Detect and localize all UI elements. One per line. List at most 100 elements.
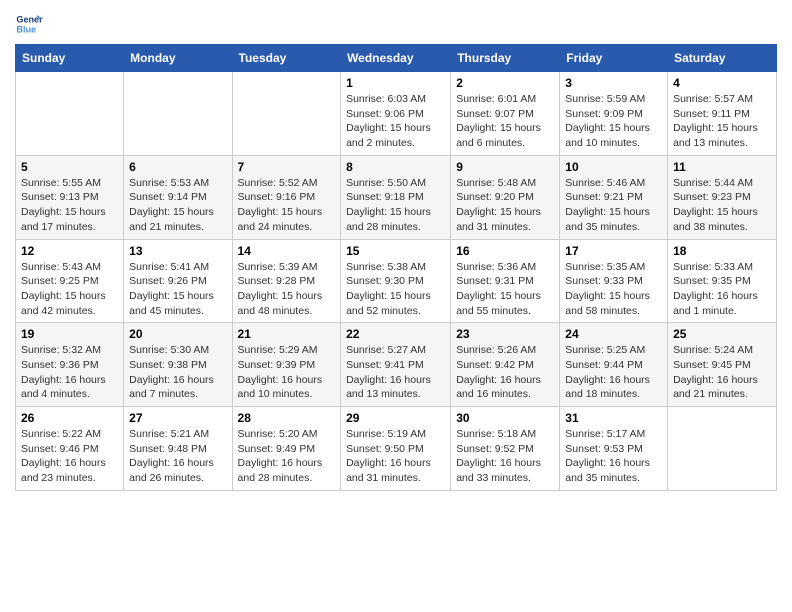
day-cell: 10 Sunrise: 5:46 AM Sunset: 9:21 PM Dayli…: [560, 155, 668, 239]
day-number: 7: [238, 160, 336, 174]
day-info: Sunrise: 5:35 AM Sunset: 9:33 PM Dayligh…: [565, 260, 662, 319]
day-cell: 1 Sunrise: 6:03 AM Sunset: 9:06 PM Daylig…: [341, 72, 451, 156]
day-info: Sunrise: 5:46 AM Sunset: 9:21 PM Dayligh…: [565, 176, 662, 235]
day-cell: 16 Sunrise: 5:36 AM Sunset: 9:31 PM Dayli…: [451, 239, 560, 323]
day-cell: 22 Sunrise: 5:27 AM Sunset: 9:41 PM Dayli…: [341, 323, 451, 407]
day-info: Sunrise: 5:17 AM Sunset: 9:53 PM Dayligh…: [565, 427, 662, 486]
day-info: Sunrise: 5:59 AM Sunset: 9:09 PM Dayligh…: [565, 92, 662, 151]
day-cell: 20Sunrise: 5:30 AM Sunset: 9:38 PM Dayli…: [124, 323, 232, 407]
day-cell: 11Sunrise: 5:44 AM Sunset: 9:23 PM Dayli…: [668, 155, 777, 239]
day-number: 24: [565, 327, 662, 341]
day-info: Sunrise: 5:38 AM Sunset: 9:30 PM Dayligh…: [346, 260, 445, 319]
header: General Blue: [15, 10, 777, 38]
day-info: Sunrise: 5:27 AM Sunset: 9:41 PM Dayligh…: [346, 343, 445, 402]
day-info: Sunrise: 5:33 AM Sunset: 9:35 PM Dayligh…: [673, 260, 771, 319]
day-info: Sunrise: 5:57 AM Sunset: 9:11 PM Dayligh…: [673, 92, 771, 151]
day-header-saturday: Saturday: [668, 45, 777, 72]
day-number: 22: [346, 327, 445, 341]
day-cell: 15 Sunrise: 5:38 AM Sunset: 9:30 PM Dayli…: [341, 239, 451, 323]
day-number: 1: [346, 76, 445, 90]
day-number: 12: [21, 244, 118, 258]
day-number: 23: [456, 327, 554, 341]
day-header-friday: Friday: [560, 45, 668, 72]
day-number: 6: [129, 160, 226, 174]
day-number: 15: [346, 244, 445, 258]
week-row-1: 1 Sunrise: 6:03 AM Sunset: 9:06 PM Daylig…: [16, 72, 777, 156]
day-number: 10: [565, 160, 662, 174]
day-cell: 2 Sunrise: 6:01 AM Sunset: 9:07 PM Daylig…: [451, 72, 560, 156]
day-cell: 17Sunrise: 5:35 AM Sunset: 9:33 PM Dayli…: [560, 239, 668, 323]
day-info: Sunrise: 5:32 AM Sunset: 9:36 PM Dayligh…: [21, 343, 118, 402]
day-info: Sunrise: 5:22 AM Sunset: 9:46 PM Dayligh…: [21, 427, 118, 486]
day-cell: 19Sunrise: 5:32 AM Sunset: 9:36 PM Dayli…: [16, 323, 124, 407]
day-cell: 30Sunrise: 5:18 AM Sunset: 9:52 PM Dayli…: [451, 407, 560, 491]
day-header-monday: Monday: [124, 45, 232, 72]
day-number: 21: [238, 327, 336, 341]
day-number: 18: [673, 244, 771, 258]
logo-icon: General Blue: [15, 10, 43, 38]
day-cell: 14 Sunrise: 5:39 AM Sunset: 9:28 PM Dayli…: [232, 239, 341, 323]
day-cell: 29 Sunrise: 5:19 AM Sunset: 9:50 PM Dayli…: [341, 407, 451, 491]
day-info: Sunrise: 5:41 AM Sunset: 9:26 PM Dayligh…: [129, 260, 226, 319]
day-info: Sunrise: 5:26 AM Sunset: 9:42 PM Dayligh…: [456, 343, 554, 402]
day-info: Sunrise: 6:01 AM Sunset: 9:07 PM Dayligh…: [456, 92, 554, 151]
day-cell: 31 Sunrise: 5:17 AM Sunset: 9:53 PM Dayli…: [560, 407, 668, 491]
calendar-table: SundayMondayTuesdayWednesdayThursdayFrid…: [15, 44, 777, 491]
svg-text:Blue: Blue: [16, 24, 36, 34]
day-header-thursday: Thursday: [451, 45, 560, 72]
day-cell: 8 Sunrise: 5:50 AM Sunset: 9:18 PM Daylig…: [341, 155, 451, 239]
day-cell: 5Sunrise: 5:55 AM Sunset: 9:13 PM Daylig…: [16, 155, 124, 239]
day-cell: 6Sunrise: 5:53 AM Sunset: 9:14 PM Daylig…: [124, 155, 232, 239]
day-info: Sunrise: 5:20 AM Sunset: 9:49 PM Dayligh…: [238, 427, 336, 486]
day-cell: 13 Sunrise: 5:41 AM Sunset: 9:26 PM Dayli…: [124, 239, 232, 323]
day-info: Sunrise: 5:43 AM Sunset: 9:25 PM Dayligh…: [21, 260, 118, 319]
day-info: Sunrise: 5:30 AM Sunset: 9:38 PM Dayligh…: [129, 343, 226, 402]
day-number: 4: [673, 76, 771, 90]
day-number: 31: [565, 411, 662, 425]
day-cell: [232, 72, 341, 156]
day-cell: 26 Sunrise: 5:22 AM Sunset: 9:46 PM Dayli…: [16, 407, 124, 491]
day-info: Sunrise: 5:48 AM Sunset: 9:20 PM Dayligh…: [456, 176, 554, 235]
day-header-tuesday: Tuesday: [232, 45, 341, 72]
day-number: 26: [21, 411, 118, 425]
day-number: 8: [346, 160, 445, 174]
day-cell: 3 Sunrise: 5:59 AM Sunset: 9:09 PM Daylig…: [560, 72, 668, 156]
logo: General Blue: [15, 10, 47, 38]
day-number: 14: [238, 244, 336, 258]
day-info: Sunrise: 5:21 AM Sunset: 9:48 PM Dayligh…: [129, 427, 226, 486]
day-cell: 7 Sunrise: 5:52 AM Sunset: 9:16 PM Daylig…: [232, 155, 341, 239]
day-number: 3: [565, 76, 662, 90]
day-cell: 24Sunrise: 5:25 AM Sunset: 9:44 PM Dayli…: [560, 323, 668, 407]
day-number: 13: [129, 244, 226, 258]
week-row-5: 26 Sunrise: 5:22 AM Sunset: 9:46 PM Dayli…: [16, 407, 777, 491]
day-info: Sunrise: 5:19 AM Sunset: 9:50 PM Dayligh…: [346, 427, 445, 486]
day-number: 28: [238, 411, 336, 425]
day-cell: 28 Sunrise: 5:20 AM Sunset: 9:49 PM Dayli…: [232, 407, 341, 491]
day-cell: 27 Sunrise: 5:21 AM Sunset: 9:48 PM Dayli…: [124, 407, 232, 491]
day-number: 29: [346, 411, 445, 425]
day-cell: 9 Sunrise: 5:48 AM Sunset: 9:20 PM Daylig…: [451, 155, 560, 239]
day-number: 9: [456, 160, 554, 174]
day-cell: [16, 72, 124, 156]
day-cell: 25Sunrise: 5:24 AM Sunset: 9:45 PM Dayli…: [668, 323, 777, 407]
day-info: Sunrise: 5:50 AM Sunset: 9:18 PM Dayligh…: [346, 176, 445, 235]
day-info: Sunrise: 5:39 AM Sunset: 9:28 PM Dayligh…: [238, 260, 336, 319]
day-info: Sunrise: 5:36 AM Sunset: 9:31 PM Dayligh…: [456, 260, 554, 319]
day-info: Sunrise: 5:44 AM Sunset: 9:23 PM Dayligh…: [673, 176, 771, 235]
day-info: Sunrise: 5:24 AM Sunset: 9:45 PM Dayligh…: [673, 343, 771, 402]
day-number: 2: [456, 76, 554, 90]
day-number: 16: [456, 244, 554, 258]
day-header-sunday: Sunday: [16, 45, 124, 72]
day-info: Sunrise: 5:29 AM Sunset: 9:39 PM Dayligh…: [238, 343, 336, 402]
day-number: 5: [21, 160, 118, 174]
day-info: Sunrise: 6:03 AM Sunset: 9:06 PM Dayligh…: [346, 92, 445, 151]
day-info: Sunrise: 5:18 AM Sunset: 9:52 PM Dayligh…: [456, 427, 554, 486]
day-number: 27: [129, 411, 226, 425]
week-row-3: 12 Sunrise: 5:43 AM Sunset: 9:25 PM Dayli…: [16, 239, 777, 323]
day-cell: 23 Sunrise: 5:26 AM Sunset: 9:42 PM Dayli…: [451, 323, 560, 407]
header-row: SundayMondayTuesdayWednesdayThursdayFrid…: [16, 45, 777, 72]
day-info: Sunrise: 5:52 AM Sunset: 9:16 PM Dayligh…: [238, 176, 336, 235]
day-header-wednesday: Wednesday: [341, 45, 451, 72]
week-row-2: 5Sunrise: 5:55 AM Sunset: 9:13 PM Daylig…: [16, 155, 777, 239]
day-cell: 21 Sunrise: 5:29 AM Sunset: 9:39 PM Dayli…: [232, 323, 341, 407]
